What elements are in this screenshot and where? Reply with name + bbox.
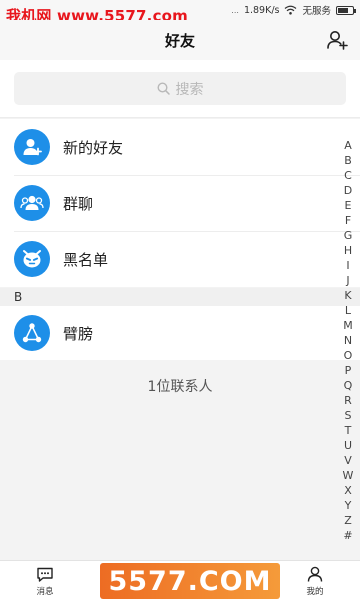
new-friend-icon [14,129,50,165]
index-letter[interactable]: T [345,423,352,438]
section-header: B [0,288,360,306]
contact-count: 1位联系人 [147,379,213,395]
tab-profile[interactable]: 我的 [270,561,360,600]
index-letter[interactable]: P [345,363,352,378]
index-letter[interactable]: # [343,528,352,543]
index-letter[interactable]: S [345,408,352,423]
index-letter[interactable]: R [344,393,352,408]
index-letter[interactable]: M [343,318,353,333]
index-letter[interactable]: J [346,273,349,288]
wifi-icon [285,5,297,15]
index-letter[interactable]: D [344,183,352,198]
search-icon [156,82,170,95]
blacklist-icon [14,241,50,277]
index-letter[interactable]: L [345,303,351,318]
share-avatar-icon [14,315,50,351]
index-letter[interactable]: B [344,153,352,168]
group-chat-icon [14,185,50,221]
watermark-banner: 5577.COM [100,563,280,599]
index-letter[interactable]: X [344,483,352,498]
search-area: 搜索 [0,60,360,118]
index-letter[interactable]: F [345,213,351,228]
index-letter[interactable]: I [346,258,349,273]
menu-list: 新的好友 群聊 黑名单 [0,119,360,287]
contact-item[interactable]: 臂膀 [0,306,360,360]
menu-item-new-friend[interactable]: 新的好友 [0,119,360,175]
battery-icon [336,5,356,15]
network-speed: 1.89K/s [243,4,280,16]
index-letter[interactable]: U [344,438,352,453]
tab-label: 消息 [36,587,54,597]
message-icon [37,567,53,582]
menu-item-label: 新的好友 [63,138,124,157]
status-dots: ... [231,5,239,15]
menu-item-label: 群聊 [63,194,94,213]
search-input[interactable]: 搜索 [14,72,346,105]
index-letter[interactable]: G [344,228,353,243]
index-letter[interactable]: W [343,468,354,483]
index-letter[interactable]: Y [345,498,352,513]
index-letter[interactable]: H [344,243,352,258]
page-title: 好友 [164,32,195,50]
menu-item-blacklist[interactable]: 黑名单 [0,231,360,287]
header-bar: 好友 [0,20,360,60]
profile-icon [307,566,323,582]
index-letter[interactable]: O [344,348,353,363]
add-friend-icon[interactable] [326,29,348,51]
index-letter[interactable]: N [344,333,352,348]
search-placeholder: 搜索 [175,81,204,98]
tab-messages[interactable]: 消息 [0,561,90,600]
index-letter[interactable]: E [345,198,352,213]
index-letter[interactable]: V [344,453,352,468]
tab-label: 我的 [306,587,324,597]
menu-item-label: 黑名单 [63,250,109,269]
index-letter[interactable]: K [344,288,351,303]
alphabet-index[interactable]: A B C D E F G H I J K L M N O P Q R S T U V W X Y Z # [342,138,354,543]
carrier-text: 无服务 [302,6,331,17]
index-letter[interactable]: A [344,138,352,153]
menu-item-group-chat[interactable]: 群聊 [0,175,360,231]
index-letter[interactable]: Z [344,513,352,528]
status-bar: 我机网 www.5577.com ... 1.89K/s 无服务 [0,0,360,25]
index-letter[interactable]: Q [344,378,353,393]
index-letter[interactable]: C [344,168,352,183]
status-indicators: ... 1.89K/s 无服务 [231,3,356,17]
contact-name: 臂膀 [63,324,94,343]
